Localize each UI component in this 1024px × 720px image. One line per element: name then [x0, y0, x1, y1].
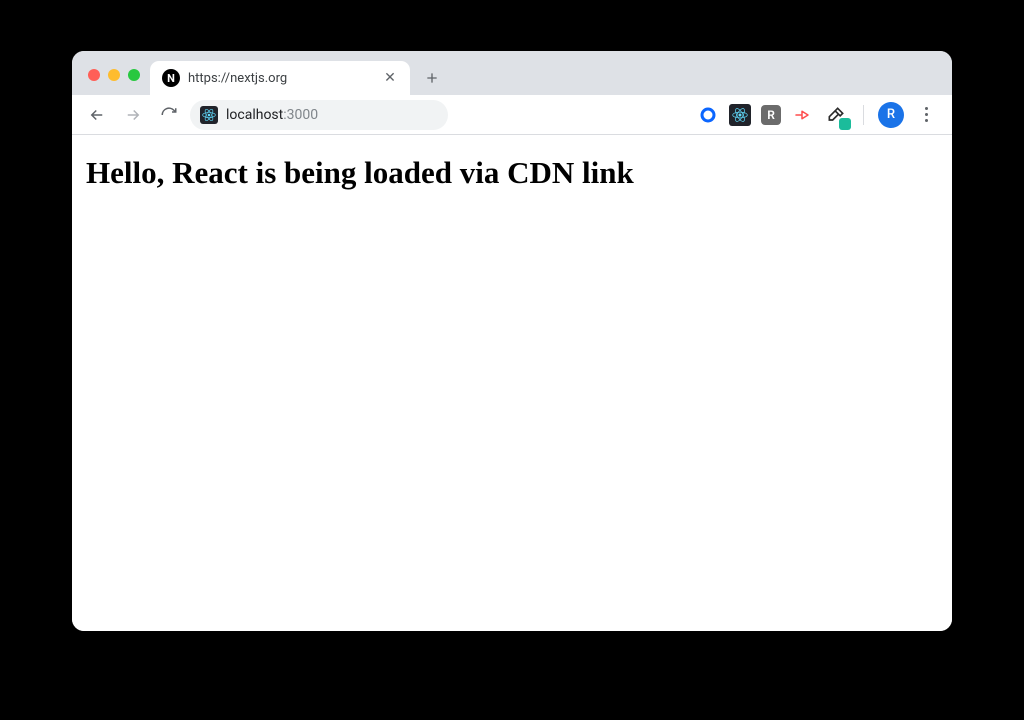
- forward-button[interactable]: [118, 100, 148, 130]
- tab-favicon: N: [162, 69, 180, 87]
- extension-r-badge[interactable]: R: [761, 105, 781, 125]
- kebab-dot-icon: [925, 113, 928, 116]
- site-info-icon[interactable]: [200, 106, 218, 124]
- extension-react-devtools[interactable]: [729, 104, 751, 126]
- arrow-left-icon: [88, 106, 106, 124]
- tab-title: https://nextjs.org: [188, 71, 374, 86]
- page-viewport[interactable]: Hello, React is being loaded via CDN lin…: [72, 135, 952, 631]
- red-arrow-icon: [793, 106, 811, 124]
- react-icon: [202, 108, 216, 122]
- extension-icons: R R: [697, 102, 942, 128]
- window-close-button[interactable]: [88, 69, 100, 81]
- kebab-dot-icon: [925, 107, 928, 110]
- reload-button[interactable]: [154, 100, 184, 130]
- plus-icon: [424, 70, 440, 86]
- window-minimize-button[interactable]: [108, 69, 120, 81]
- address-bar[interactable]: localhost:3000: [190, 100, 448, 130]
- toolbar-separator: [863, 105, 864, 125]
- reload-icon: [160, 106, 178, 124]
- browser-menu-button[interactable]: [914, 107, 938, 122]
- browser-tab[interactable]: N https://nextjs.org ✕: [150, 61, 410, 95]
- url-host: localhost: [226, 107, 283, 123]
- extension-color-picker[interactable]: [823, 102, 849, 128]
- close-icon: ✕: [384, 71, 396, 85]
- color-picker-badge: [839, 118, 851, 130]
- url-port: :3000: [283, 107, 318, 123]
- window-controls: [82, 69, 150, 95]
- r-badge-icon: R: [767, 108, 775, 122]
- extension-circle-blue[interactable]: [697, 104, 719, 126]
- react-devtools-icon: [732, 107, 748, 123]
- browser-window: N https://nextjs.org ✕: [72, 51, 952, 631]
- circle-blue-icon: [699, 106, 717, 124]
- profile-avatar[interactable]: R: [878, 102, 904, 128]
- tab-strip: N https://nextjs.org ✕: [72, 51, 952, 95]
- window-zoom-button[interactable]: [128, 69, 140, 81]
- tab-close-button[interactable]: ✕: [382, 70, 398, 86]
- profile-letter: R: [887, 107, 895, 122]
- page-heading: Hello, React is being loaded via CDN lin…: [86, 155, 938, 191]
- browser-toolbar: localhost:3000 R: [72, 95, 952, 135]
- tab-favicon-letter: N: [167, 72, 175, 85]
- arrow-right-icon: [124, 106, 142, 124]
- back-button[interactable]: [82, 100, 112, 130]
- url-text: localhost:3000: [226, 107, 318, 123]
- kebab-dot-icon: [925, 119, 928, 122]
- new-tab-button[interactable]: [418, 64, 446, 92]
- extension-red-arrow[interactable]: [791, 104, 813, 126]
